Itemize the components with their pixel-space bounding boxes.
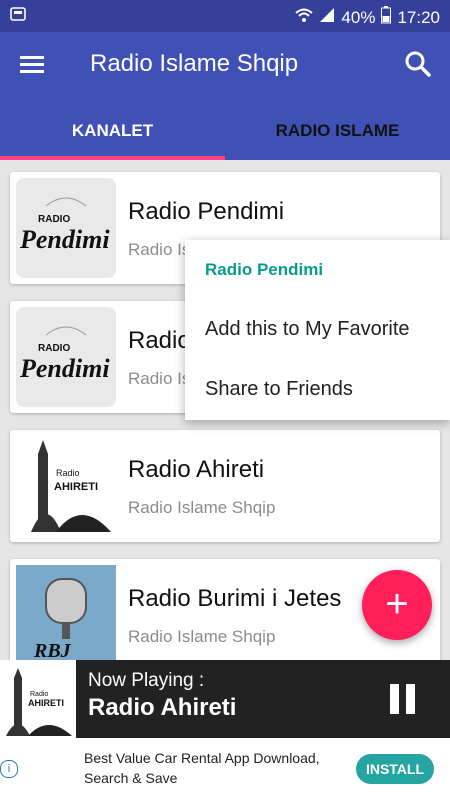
now-playing-label: Now Playing : (88, 670, 205, 691)
now-playing-bar[interactable]: Radio AHIRETI Now Playing : Radio Ahiret… (0, 660, 450, 738)
status-bar: 40% 17:20 (0, 0, 450, 32)
signal-icon (319, 7, 335, 28)
ahireti-main-text: AHIRETI (54, 481, 98, 493)
ad-text: Best Value Car Rental App Download, Sear… (84, 750, 320, 786)
share-menu-item[interactable]: Share to Friends (205, 378, 353, 401)
tab-radio-islame[interactable]: RADIO ISLAME (225, 114, 450, 160)
station-logo: RBJ (16, 565, 116, 660)
context-menu-title: Radio Pendimi (205, 260, 324, 279)
app-title: Radio Islame Shqip (90, 50, 299, 77)
station-title: Radio Pendimi (128, 198, 285, 225)
battery-icon (381, 6, 392, 29)
pause-icon[interactable] (388, 684, 418, 714)
pendimi-main-text: Pendimi (19, 225, 110, 254)
battery-percent: 40% (341, 7, 376, 27)
station-subtitle: Radio Islame Shqip (128, 627, 276, 646)
station-logo: RADIO Pendimi (16, 307, 116, 407)
tab-kanalet[interactable]: KANALET (0, 114, 225, 160)
app-bar: Radio Islame Shqip KANALET RADIO ISLAME (0, 32, 450, 160)
menu-icon[interactable] (20, 52, 50, 82)
station-title: Radio Burimi i Jetes (128, 585, 342, 612)
now-playing-title: Radio Ahireti (88, 694, 237, 721)
info-icon[interactable]: i (0, 760, 18, 778)
notification-icon (10, 6, 26, 27)
tab-bar: KANALET RADIO ISLAME (0, 114, 450, 160)
ahireti-small-text: Radio (56, 468, 80, 478)
ahireti-main-text: AHIRETI (28, 698, 64, 708)
context-menu: Radio Pendimi Add this to My Favorite Sh… (185, 240, 450, 420)
station-logo: RADIO Pendimi (16, 178, 116, 278)
wifi-icon (295, 7, 314, 28)
add-fab-button[interactable]: + (362, 570, 432, 640)
rbj-text: RBJ (33, 640, 72, 660)
pendimi-small-text: RADIO (38, 343, 70, 354)
pendimi-small-text: RADIO (38, 214, 70, 225)
station-card[interactable]: Radio AHIRETI Radio Ahireti Radio Islame… (10, 430, 440, 542)
station-title: Radio Ahireti (128, 456, 265, 483)
pendimi-main-text: Pendimi (19, 354, 110, 383)
clock: 17:20 (397, 7, 440, 27)
add-favorite-menu-item[interactable]: Add this to My Favorite (205, 318, 410, 341)
station-logo: Radio AHIRETI (16, 436, 116, 536)
search-icon[interactable] (404, 50, 434, 80)
install-button[interactable]: INSTALL (356, 754, 434, 784)
ad-banner[interactable]: i Best Value Car Rental App Download, Se… (0, 738, 450, 800)
ahireti-small-text: Radio (30, 691, 48, 698)
station-subtitle: Radio Islame Shqip (128, 498, 276, 517)
now-playing-logo: Radio AHIRETI (0, 660, 76, 738)
